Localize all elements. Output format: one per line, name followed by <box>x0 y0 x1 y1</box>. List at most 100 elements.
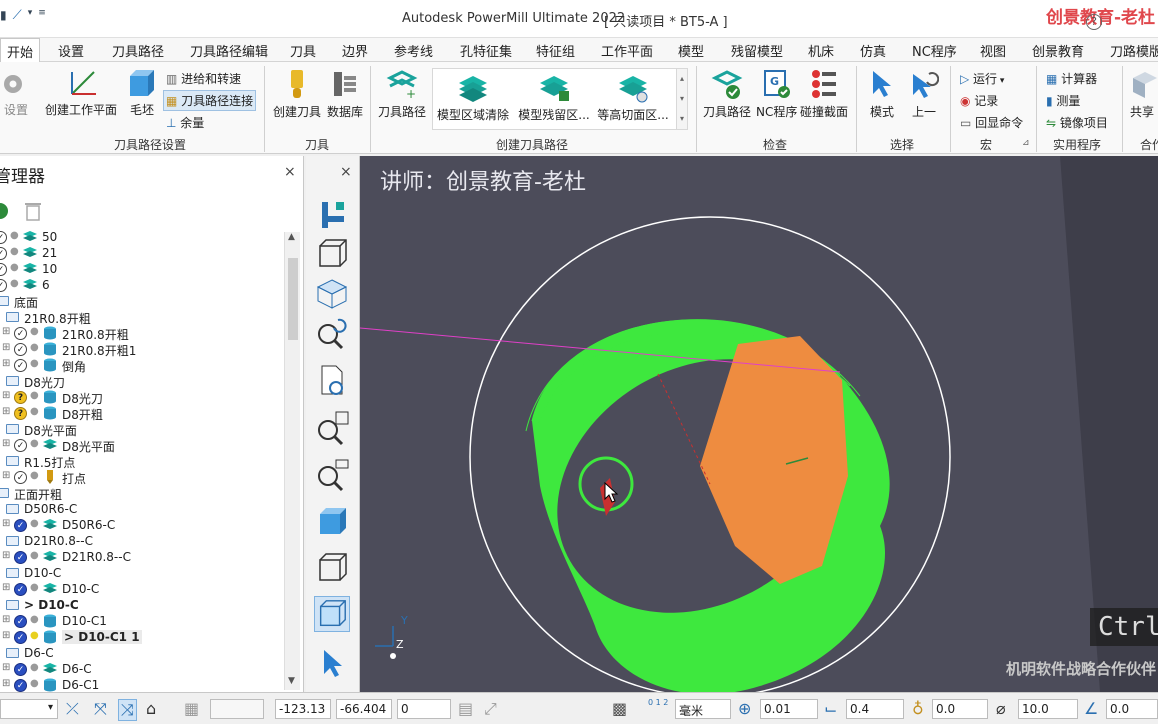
expand-icon[interactable]: ⊞ <box>2 390 10 401</box>
check-icon[interactable]: ✓ <box>14 343 27 356</box>
model-canvas[interactable] <box>360 156 1158 692</box>
tab-toolpath-templates[interactable]: 刀路模版 <box>1110 41 1158 60</box>
calculated-check-icon[interactable]: ✓ <box>14 583 27 596</box>
macro-run-button[interactable]: ▷ 运行 ▾ <box>960 70 1004 87</box>
tree-row[interactable]: 正面开粗 <box>0 486 284 502</box>
tree-row[interactable]: ⊞ ✓ ● D10-C1 <box>0 614 284 630</box>
question-icon[interactable]: ? <box>14 391 27 404</box>
lightbulb-icon[interactable]: ● <box>30 614 39 625</box>
diameter-icon[interactable]: ⌀ <box>996 699 1006 718</box>
tree-row[interactable]: ⊞ ✓ ● D8光平面 <box>0 438 284 454</box>
lightbulb-icon[interactable]: ● <box>30 326 39 337</box>
tree-row[interactable]: ⊞? ● D8开粗 <box>0 406 284 422</box>
lightbulb-icon[interactable]: ● <box>30 470 39 481</box>
check-icon[interactable]: ✓ <box>14 327 27 340</box>
macro-record-button[interactable]: ◉ 记录 <box>960 92 998 109</box>
tree-row[interactable]: ⊞ ✓ ● > D10-C1 1 <box>0 630 284 646</box>
check-icon[interactable]: ✓ <box>0 279 7 292</box>
globe-icon[interactable] <box>0 200 10 222</box>
units-field[interactable]: 毫米 <box>675 699 731 719</box>
angle-icon[interactable]: ∠ <box>1084 699 1098 718</box>
lightbulb-icon[interactable]: ● <box>10 230 19 241</box>
lightbulb-icon[interactable]: ● <box>10 246 19 257</box>
block-button[interactable]: 毛坯 <box>124 68 160 118</box>
lightbulb-icon[interactable]: ● <box>30 406 39 417</box>
tree-row[interactable]: ⊞ ✓ ● 倒角 <box>0 358 284 374</box>
workplane-select[interactable]: ▾ <box>0 699 58 719</box>
tab-stock-model[interactable]: 残留模型 <box>731 41 783 60</box>
expand-icon[interactable]: ⊞ <box>2 678 10 689</box>
thickness-button[interactable]: ⊥ 余量 <box>166 114 204 131</box>
measure-button[interactable]: ▮ 测量 <box>1046 92 1080 109</box>
gallery-scroll[interactable]: ▴ ▾ ▾ <box>676 68 688 130</box>
check-icon[interactable]: ✓ <box>0 231 7 244</box>
tab-workplane[interactable]: 工作平面 <box>601 41 653 60</box>
tree-row[interactable]: 21R0.8开粗 <box>0 310 284 326</box>
lightbulb-icon[interactable]: ● <box>10 262 19 273</box>
wireframe-view-icon[interactable] <box>314 550 350 586</box>
select-cursor-icon[interactable] <box>314 646 350 682</box>
collision-section-button[interactable]: 碰撞截面 <box>798 68 850 120</box>
link-icon[interactable]: ⤢ <box>484 699 497 719</box>
verify-nc-button[interactable]: G NC程序 <box>756 68 797 120</box>
snap-icon[interactable]: ⤫ <box>66 699 79 719</box>
tab-nc-programs[interactable]: NC程序 <box>912 41 957 60</box>
check-icon[interactable]: ✓ <box>0 263 7 276</box>
refresh-view-icon[interactable] <box>314 362 350 398</box>
zoom-to-fit-icon[interactable] <box>314 410 350 446</box>
model-rest-clearance-button[interactable]: 模型残留区... <box>515 73 593 123</box>
expand-icon[interactable]: ⊞ <box>2 582 10 593</box>
constant-z-button[interactable]: 等高切面区... <box>595 73 671 123</box>
grid-field[interactable] <box>210 699 264 719</box>
grid-icon[interactable]: ▦ <box>184 699 199 718</box>
tab-machine[interactable]: 机床 <box>808 41 834 60</box>
lightbulb-icon[interactable]: ● <box>30 630 39 641</box>
tab-reference[interactable]: 参考线 <box>394 41 433 60</box>
tree-row[interactable]: ⊞✓●6 <box>0 278 284 294</box>
tab-chuangjing[interactable]: 创景教育 <box>1032 41 1084 60</box>
tree-row[interactable]: ⊞✓●10 <box>0 262 284 278</box>
tree-row[interactable]: D6-C <box>0 646 284 662</box>
calculated-check-icon[interactable]: ✓ <box>14 519 27 532</box>
model-area-clearance-button[interactable]: 模型区域清除 <box>435 73 511 123</box>
tree-row[interactable]: ⊞ ✓ ● D6-C <box>0 662 284 678</box>
chevron-down-icon[interactable]: ▾ <box>28 8 33 23</box>
thickness-icon[interactable]: ⌙ <box>824 699 837 718</box>
lightbulb-icon[interactable]: ● <box>30 550 39 561</box>
expand-icon[interactable]: ⊞ <box>2 614 10 625</box>
expand-icon[interactable]: ⊞ <box>2 358 10 369</box>
tab-feature-groups[interactable]: 特征组 <box>536 41 575 60</box>
share-button[interactable]: 共享 <box>1126 68 1158 120</box>
create-workplane-button[interactable]: 创建工作平面 <box>42 68 120 118</box>
lightbulb-icon[interactable]: ● <box>30 390 39 401</box>
scroll-down-icon[interactable]: ▼ <box>288 676 295 686</box>
lightbulb-icon[interactable]: ● <box>30 358 39 369</box>
check-icon[interactable]: ✓ <box>14 439 27 452</box>
tool-holder-icon[interactable]: ⌂ <box>146 699 156 718</box>
feeds-speeds-button[interactable]: ▥ 进给和转速 <box>166 70 241 87</box>
graphics-viewport[interactable]: Y Z 讲师：创景教育-老杜 Ctrl 机明软件战略合作伙伴 <box>360 156 1158 692</box>
coordinate-list-icon[interactable]: ▤ <box>458 699 473 718</box>
toolpath-connections-button[interactable]: ▦ 刀具路径连接 <box>163 90 257 111</box>
expand-icon[interactable]: ⊞ <box>2 550 10 561</box>
check-icon[interactable]: ✓ <box>14 359 27 372</box>
view-from-icon[interactable] <box>314 196 350 232</box>
expand-icon[interactable]: ⊞ <box>2 518 10 529</box>
tree-row[interactable]: ⊞ ✓ ● D21R0.8--C <box>0 550 284 566</box>
close-icon[interactable]: × <box>284 164 296 180</box>
iso-view-icon[interactable] <box>314 236 350 272</box>
tab-simulation[interactable]: 仿真 <box>860 41 886 60</box>
tab-hole-features[interactable]: 孔特征集 <box>460 41 512 60</box>
tool-tip-icon[interactable]: ♁ <box>912 699 924 718</box>
axis-icon[interactable]: ⤧ <box>94 699 107 719</box>
tree-row[interactable]: ⊞ ✓ ● D50R6-C <box>0 518 284 534</box>
tab-setup[interactable]: 设置 <box>58 41 84 60</box>
tree-row[interactable]: D50R6-C <box>0 502 284 518</box>
check-icon[interactable]: ✓ <box>0 247 7 260</box>
tab-boundary[interactable]: 边界 <box>342 41 368 60</box>
calculated-check-icon[interactable]: ✓ <box>14 663 27 676</box>
lightbulb-icon[interactable]: ● <box>30 662 39 673</box>
expand-icon[interactable]: ⊞ <box>2 470 10 481</box>
workplane-axis-icon[interactable]: ⤨ <box>118 699 137 721</box>
shaded-view-icon[interactable] <box>314 276 350 312</box>
